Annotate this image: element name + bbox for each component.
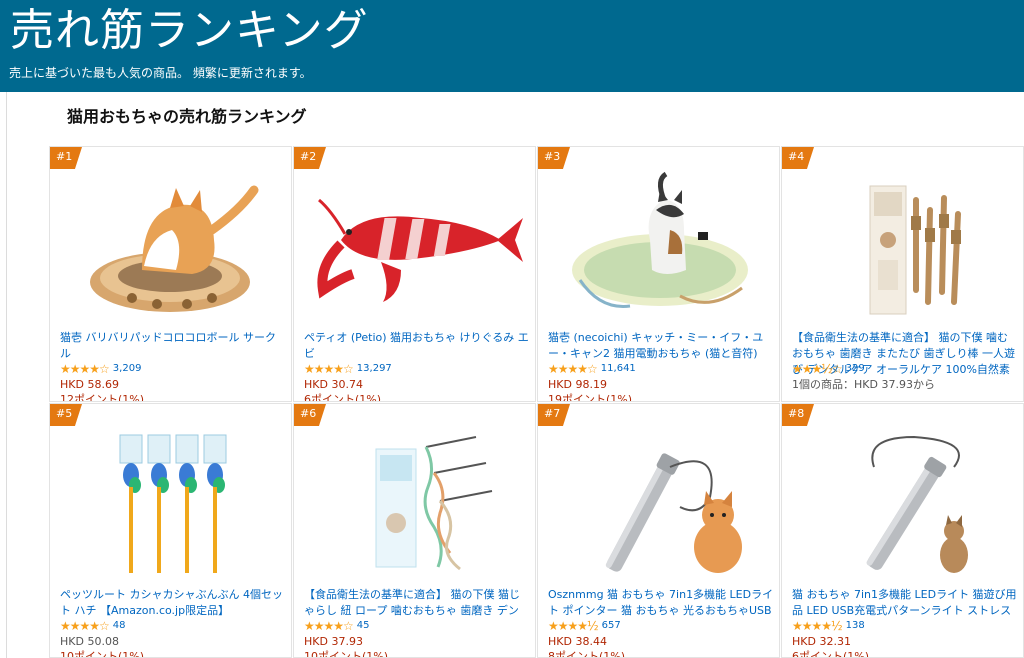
product-card-5[interactable]: #5 ペッツルート カシャカシャぶんぶん 4個セット ハチ 【Amazon.co…	[49, 403, 292, 658]
star-rating-icon: ★★★★☆	[60, 619, 110, 633]
product-title-link[interactable]: 猫壱 (necoichi) キャッチ・ミー・イフ・ユー・キャン2 猫用電動おもち…	[548, 330, 774, 362]
product-card-6[interactable]: #6 【食品衛生法の基準に適合】 猫の下僕 猫じゃらし 紐 ロープ 噛むおもちゃ…	[293, 403, 536, 658]
price: HKD 38.44	[548, 635, 607, 648]
star-rating-icon: ★★★★☆	[304, 619, 354, 633]
product-title-link[interactable]: ペティオ (Petio) 猫用おもちゃ けりぐるみ エビ	[304, 330, 530, 362]
points: 6ポイント(1%)	[304, 393, 382, 402]
rating: ★★★★☆ 13,297	[304, 362, 392, 376]
rating: ★★★½☆ 329	[792, 362, 865, 376]
review-count-link[interactable]: 13,297	[357, 362, 392, 376]
star-rating-icon: ★★★★☆	[548, 362, 598, 376]
page-title: 売れ筋ランキング	[10, 5, 369, 56]
header-banner: 売れ筋ランキング 売上に基づいた最も人気の商品。 頻繁に更新されます。	[0, 0, 1024, 92]
review-count-link[interactable]: 3,209	[113, 362, 142, 376]
product-title-link[interactable]: 【食品衛生法の基準に適合】 猫の下僕 猫じゃらし 紐 ロープ 噛むおもちゃ 歯磨…	[304, 587, 530, 619]
points: 10ポイント(1%)	[60, 650, 145, 658]
price: HKD 30.74	[304, 378, 363, 391]
divider	[6, 92, 7, 658]
star-rating-icon: ★★★½☆	[792, 362, 843, 376]
rating: ★★★★☆ 3,209	[60, 362, 141, 376]
rope-teaser-icon[interactable]	[294, 422, 535, 582]
star-rating-icon: ★★★★☆	[60, 362, 110, 376]
review-count-link[interactable]: 329	[846, 362, 865, 376]
product-card-8[interactable]: #8 猫 おもちゃ 7in1多機能 LEDライト 猫遊び用品 LED USB充電…	[781, 403, 1024, 658]
price: HKD 50.08	[60, 635, 119, 648]
product-title-link[interactable]: ペッツルート カシャカシャぶんぶん 4個セット ハチ 【Amazon.co.jp…	[60, 587, 286, 619]
points: 19ポイント(1%)	[548, 393, 633, 402]
rating: ★★★★☆ 45	[304, 619, 370, 633]
cat-wand-set-icon[interactable]	[50, 422, 291, 582]
points: 12ポイント(1%)	[60, 393, 145, 402]
product-card-4[interactable]: #4 【食品衛生法の基準に適合】 猫の下僕 噛むおもちゃ 歯磨き またたび 歯ぎ…	[781, 146, 1024, 402]
product-card-7[interactable]: #7 Osznmmg 猫 おもちゃ 7in1多機能 LEDライト ポインター 猫…	[537, 403, 780, 658]
points: 8ポイント(1%)	[548, 650, 626, 658]
review-count-link[interactable]: 48	[113, 619, 126, 633]
rating: ★★★★½ 657	[548, 619, 621, 633]
product-title-link[interactable]: 猫壱 バリバリパッドコロコロボール サークル	[60, 330, 286, 362]
product-card-2[interactable]: #2 ペティオ (Petio) 猫用おもちゃ けりぐるみ エビ ★★★★☆ 13…	[293, 146, 536, 402]
page-subtitle: 売上に基づいた最も人気の商品。 頻繁に更新されます。	[9, 66, 312, 80]
price: 1個の商品：HKD 37.93から	[792, 378, 935, 391]
star-rating-icon: ★★★★½	[548, 619, 599, 633]
review-count-link[interactable]: 657	[602, 619, 621, 633]
star-rating-icon: ★★★★½	[792, 619, 843, 633]
electric-toy-mat-icon[interactable]	[538, 165, 779, 325]
points: 10ポイント(1%)	[304, 650, 389, 658]
rating: ★★★★☆ 11,641	[548, 362, 636, 376]
silvervine-sticks-icon[interactable]	[782, 165, 1023, 325]
product-card-1[interactable]: #1 猫壱 バリバリパッドコロコロボール サークル ★★★★☆ 3,209 HK…	[49, 146, 292, 402]
star-rating-icon: ★★★★☆	[304, 362, 354, 376]
points: 6ポイント(1%)	[792, 650, 870, 658]
category-title: 猫用おもちゃの売れ筋ランキング	[67, 107, 307, 126]
product-title-link[interactable]: 猫 おもちゃ 7in1多機能 LEDライト 猫遊び用品 LED USB充電式パタ…	[792, 587, 1018, 619]
product-title-link[interactable]: Osznmmg 猫 おもちゃ 7in1多機能 LEDライト ポインター 猫 おも…	[548, 587, 774, 619]
rating: ★★★★☆ 48	[60, 619, 126, 633]
price: HKD 98.19	[548, 378, 607, 391]
cat-scratcher-icon[interactable]	[50, 165, 291, 325]
price: HKD 37.93	[304, 635, 363, 648]
shrimp-toy-icon[interactable]	[294, 165, 535, 325]
rating: ★★★★½ 138	[792, 619, 865, 633]
laser-pointer-icon[interactable]	[538, 422, 779, 582]
product-card-3[interactable]: #3 猫壱 (necoichi) キャッチ・ミー・イフ・ユー・キャン2 猫用電動…	[537, 146, 780, 402]
price: HKD 32.31	[792, 635, 851, 648]
review-count-link[interactable]: 45	[357, 619, 370, 633]
led-light-toy-icon[interactable]	[782, 422, 1023, 582]
ranking-grid: #1 猫壱 バリバリパッドコロコロボール サークル ★★★★☆ 3,209 HK…	[49, 146, 1024, 658]
review-count-link[interactable]: 11,641	[601, 362, 636, 376]
price: HKD 58.69	[60, 378, 119, 391]
review-count-link[interactable]: 138	[846, 619, 865, 633]
